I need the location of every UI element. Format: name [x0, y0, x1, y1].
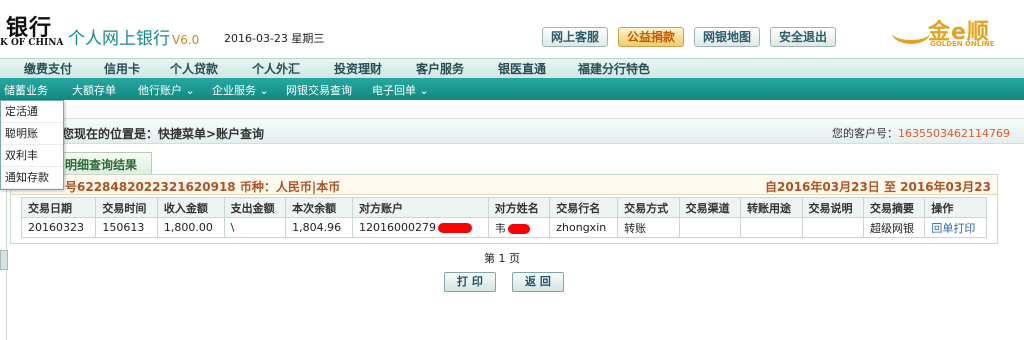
result-panel: 号6228482022321620918 币种：人民币|本币 自2016年03月… [10, 174, 998, 244]
sub-nav: 储蓄业务 大额存单 他行账户 ⌄ 企业服务 ⌄ 网银交易查询 电子回单 ⌄ [0, 78, 1024, 100]
app-title: 个人网上银行 V6.0 [68, 24, 199, 49]
nav-item-fujian-special[interactable]: 福建分行特色 [578, 60, 650, 77]
bank-map-button[interactable]: 网银地图 [694, 27, 761, 47]
transaction-table: 交易日期 交易时间 收入金额 支出金额 本次余额 对方账户 对方姓名 交易行名 … [20, 197, 987, 238]
cell-channel [678, 217, 742, 238]
nav-item-personal-loan[interactable]: 个人贷款 [170, 60, 218, 77]
back-button[interactable]: 返 回 [512, 272, 564, 292]
col-header: 交易渠道 [678, 197, 742, 218]
account-info: 号6228482022321620918 币种：人民币|本币 [65, 180, 341, 194]
subnav-item-savings[interactable]: 储蓄业务 [4, 82, 48, 98]
subnav-item-other-bank[interactable]: 他行账户 ⌄ [138, 82, 195, 98]
cell-action: 回单打印 [924, 217, 987, 238]
customer-number: 您的客户号：1635503462114769 [832, 125, 1010, 141]
safe-logout-button[interactable]: 安全退出 [770, 27, 837, 47]
page-number: 第 1 页 [484, 252, 520, 265]
cell-summary: 超级网银 [862, 217, 926, 238]
subnav-item-enterprise[interactable]: 企业服务 ⌄ [212, 82, 269, 98]
golden-online-swoosh-icon [892, 22, 930, 44]
bank-logo-en: K OF CHINA [0, 38, 64, 48]
menu-item-shuanglifeng[interactable]: 双利丰 [1, 145, 63, 167]
breadcrumb: 您现在的位置是：快捷菜单>账户查询 [62, 127, 265, 141]
col-header: 交易方式 [617, 197, 680, 218]
nav-item-forex[interactable]: 个人外汇 [252, 60, 300, 77]
nav-item-investment[interactable]: 投资理财 [334, 60, 382, 77]
subnav-item-large-deposit[interactable]: 大额存单 [72, 82, 116, 98]
print-receipt-link[interactable]: 回单打印 [931, 222, 975, 235]
cell-expense: \ [223, 217, 287, 238]
customer-number-label: 您的客户号： [832, 127, 898, 140]
header: 银行 K OF CHINA 个人网上银行 V6.0 2016-03-23 星期三 … [0, 0, 1024, 56]
col-header: 交易说明 [801, 197, 864, 218]
location-bar: 您现在的位置是：快捷菜单>账户查询 您的客户号：1635503462114769 [6, 118, 1024, 144]
cell-purpose [740, 217, 803, 238]
menu-item-notice-deposit[interactable]: 通知存款 [1, 167, 63, 189]
counter-account-text: 12016000279 [358, 221, 436, 234]
col-header: 支出金额 [223, 197, 287, 218]
cell-counter-account: 12016000279 [351, 217, 489, 238]
online-service-button[interactable]: 网上客服 [542, 27, 609, 47]
cell-time: 150613 [95, 217, 158, 238]
col-header: 对方账户 [351, 197, 489, 218]
cell-date: 20160323 [20, 217, 97, 238]
table-header-row: 交易日期 交易时间 收入金额 支出金额 本次余额 对方账户 对方姓名 交易行名 … [20, 197, 987, 218]
col-header: 对方姓名 [487, 197, 551, 218]
cell-income: 1,800.00 [156, 217, 225, 238]
cell-method: 转账 [617, 217, 680, 238]
cell-balance: 1,804.96 [285, 217, 353, 238]
subnav-item-e-receipt[interactable]: 电子回单 ⌄ [372, 82, 429, 98]
cell-counter-name: 韦 [487, 217, 551, 238]
customer-number-value: 1635503462114769 [898, 127, 1010, 140]
print-button[interactable]: 打 印 [444, 272, 496, 292]
menu-item-congmingzhang[interactable]: 聪明账 [1, 123, 63, 145]
redaction-mark [437, 223, 472, 233]
col-header: 交易摘要 [862, 197, 926, 218]
counter-name-text: 韦 [494, 221, 506, 235]
app-title-text: 个人网上银行 [68, 29, 170, 49]
page-root: 银行 K OF CHINA 个人网上银行 V6.0 2016-03-23 星期三 … [0, 0, 1024, 340]
nav-item-payment[interactable]: 缴费支付 [24, 60, 72, 77]
charity-donation-button[interactable]: 公益捐款 [618, 27, 685, 47]
col-header: 交易时间 [95, 197, 158, 218]
col-header: 交易行名 [549, 197, 619, 218]
subnav-item-transaction-query[interactable]: 网银交易查询 [286, 82, 352, 98]
col-header: 操作 [924, 197, 987, 218]
col-header: 收入金额 [156, 197, 225, 218]
current-date: 2016-03-23 星期三 [224, 32, 325, 45]
main-nav: 缴费支付 信用卡 个人贷款 个人外汇 投资理财 客户服务 银医直通 福建分行特色 [0, 58, 1024, 78]
nav-item-medical[interactable]: 银医直通 [498, 60, 546, 77]
nav-item-credit-card[interactable]: 信用卡 [104, 60, 140, 77]
menu-item-dinghuotong[interactable]: 定活通 [1, 101, 63, 123]
nav-item-customer-service[interactable]: 客户服务 [416, 60, 464, 77]
savings-dropdown-menu: 定活通 聪明账 双利丰 通知存款 [0, 100, 64, 190]
redaction-mark [507, 223, 530, 234]
cell-desc [801, 217, 864, 238]
side-collapse-handle[interactable] [0, 250, 8, 270]
col-header: 交易日期 [20, 197, 97, 218]
app-version: V6.0 [172, 33, 200, 47]
golden-online-logo-en: GOLDEN ONLINE [930, 40, 995, 48]
table-row: 20160323 150613 1,800.00 \ 1,804.96 1201… [20, 217, 987, 238]
cell-bank-name: zhongxin [549, 217, 619, 238]
col-header: 转账用途 [740, 197, 803, 218]
col-header: 本次余额 [285, 197, 353, 218]
result-panel-header: 号6228482022321620918 币种：人民币|本币 自2016年03月… [11, 175, 997, 211]
